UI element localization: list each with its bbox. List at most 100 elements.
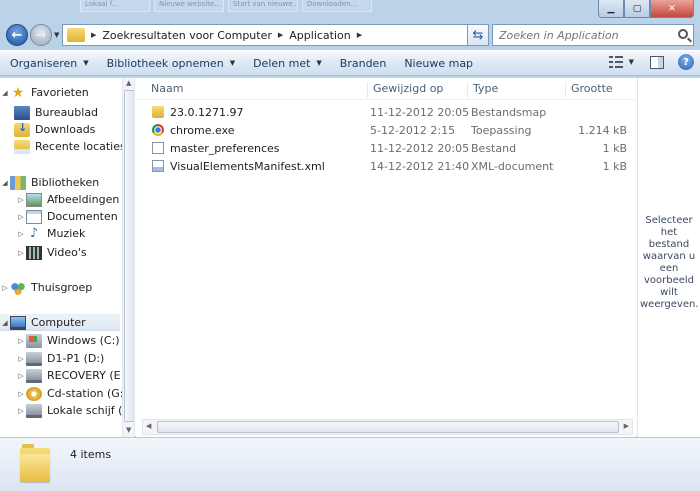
- new-folder-button[interactable]: Nieuwe map: [394, 57, 481, 70]
- file-type: Toepassing: [471, 124, 532, 137]
- column-header-size[interactable]: Grootte: [566, 82, 632, 98]
- background-taskbar-tabs: Lokaal f... Nieuwe website... Start van …: [80, 0, 372, 14]
- sidebar-item-pictures[interactable]: ▷ Afbeeldingen: [16, 191, 119, 208]
- sidebar-item-drive-g[interactable]: ▷ Cd-station (G:): [16, 385, 128, 402]
- chevron-right-icon[interactable]: ▶: [357, 31, 362, 39]
- chevron-down-icon: ▼: [316, 59, 322, 67]
- scroll-down-arrow-icon[interactable]: ▼: [126, 426, 131, 434]
- horizontal-scrollbar[interactable]: ◀ ▶: [142, 419, 633, 435]
- collapsed-triangle-icon[interactable]: ▷: [0, 284, 10, 292]
- collapsed-triangle-icon[interactable]: ▷: [16, 355, 26, 363]
- sidebar-item-music[interactable]: ▷ ♪ Muziek: [16, 225, 85, 242]
- preview-pane-icon[interactable]: [650, 55, 664, 69]
- downloads-icon: [14, 121, 30, 137]
- sidebar-item-recent-places[interactable]: Recente locaties: [14, 138, 126, 155]
- navigation-pane-scrollbar[interactable]: ▲ ▼: [122, 78, 134, 437]
- chevron-right-icon[interactable]: ▶: [91, 31, 96, 39]
- breadcrumb-search-results[interactable]: Zoekresultaten voor Computer: [102, 29, 272, 42]
- column-header-type[interactable]: Type: [468, 82, 566, 98]
- collapsed-triangle-icon[interactable]: ▷: [16, 230, 26, 238]
- sidebar-computer[interactable]: ◢ Computer: [0, 314, 120, 331]
- maximize-icon[interactable]: ▢: [624, 0, 650, 18]
- view-options-icon[interactable]: [608, 56, 623, 68]
- file-row[interactable]: 23.0.1271.97 11-12-2012 20:05 Bestandsma…: [152, 104, 632, 122]
- collapsed-triangle-icon[interactable]: ▷: [16, 249, 26, 257]
- help-icon[interactable]: ?: [678, 54, 694, 70]
- back-button[interactable]: ←: [6, 24, 28, 46]
- file-row[interactable]: VisualElementsManifest.xml 14-12-2012 21…: [152, 158, 632, 176]
- collapsed-triangle-icon[interactable]: ▷: [16, 372, 26, 380]
- sidebar-favorites-label: Favorieten: [31, 86, 89, 99]
- sidebar-libraries-label: Bibliotheken: [31, 176, 100, 189]
- preview-placeholder-text: Selecteer het bestand waarvan u een voor…: [640, 215, 699, 310]
- sidebar-item-drive-d[interactable]: ▷ D1-P1 (D:): [16, 350, 104, 367]
- collapsed-triangle-icon[interactable]: ▷: [16, 390, 26, 398]
- forward-button[interactable]: →: [30, 24, 52, 46]
- sidebar-item-drive-e[interactable]: ▷ RECOVERY (E:): [16, 367, 129, 384]
- command-bar: Organiseren ▼ Bibliotheek opnemen ▼ Delen …: [0, 50, 700, 76]
- sidebar-item-label: Downloads: [35, 123, 96, 136]
- sidebar-item-drive-c[interactable]: ▷ Windows (C:): [16, 332, 120, 349]
- title-bar: Lokaal f... Nieuwe website... Start van …: [0, 0, 700, 20]
- organize-label: Organiseren: [10, 56, 78, 70]
- xml-file-icon: [152, 160, 164, 172]
- scrollbar-thumb[interactable]: [157, 421, 619, 433]
- collapsed-triangle-icon[interactable]: ▷: [16, 407, 26, 415]
- sidebar-homegroup[interactable]: ▷ Thuisgroep: [0, 279, 92, 296]
- share-with-button[interactable]: Delen met ▼: [243, 57, 330, 70]
- explorer-window: Lokaal f... Nieuwe website... Start van …: [0, 0, 700, 491]
- desktop-icon: [14, 105, 30, 120]
- file-modified: 11-12-2012 20:05: [370, 106, 470, 119]
- column-header-name[interactable]: Naam: [146, 82, 368, 98]
- minimize-icon[interactable]: ▁: [598, 0, 624, 18]
- refresh-button[interactable]: ⇆: [467, 24, 489, 46]
- folder-icon: [152, 106, 164, 118]
- search-icon[interactable]: [678, 29, 688, 39]
- file-name: VisualElementsManifest.xml: [170, 160, 325, 173]
- scroll-left-arrow-icon[interactable]: ◀: [146, 422, 151, 430]
- music-icon: ♪: [29, 225, 39, 241]
- background-tab: Downloaden...: [302, 0, 372, 12]
- recent-pages-dropdown[interactable]: ▼: [54, 31, 59, 39]
- expand-triangle-icon[interactable]: ◢: [0, 319, 10, 327]
- address-bar[interactable]: ▶ Zoekresultaten voor Computer ▶ Applica…: [62, 24, 486, 46]
- preview-pane: Selecteer het bestand waarvan u een voor…: [637, 78, 700, 437]
- sidebar-item-label: RECOVERY (E:): [47, 369, 129, 382]
- file-row[interactable]: master_preferences 11-12-2012 20:05 Best…: [152, 140, 632, 158]
- scrollbar-thumb[interactable]: [124, 90, 134, 422]
- collapsed-triangle-icon[interactable]: ▷: [16, 213, 26, 221]
- sidebar-libraries[interactable]: ◢ Bibliotheken: [0, 174, 99, 191]
- sidebar-item-videos[interactable]: ▷ Video's: [16, 244, 87, 261]
- folder-icon: [67, 28, 85, 42]
- search-box[interactable]: [492, 24, 694, 46]
- organize-button[interactable]: Organiseren ▼: [0, 57, 97, 70]
- sidebar-item-downloads[interactable]: Downloads: [14, 121, 95, 138]
- collapsed-triangle-icon[interactable]: ▷: [16, 196, 26, 204]
- burn-button[interactable]: Branden: [330, 57, 395, 70]
- column-header-modified[interactable]: Gewijzigd op: [368, 82, 468, 98]
- scroll-right-arrow-icon[interactable]: ▶: [624, 422, 629, 430]
- chrome-icon: [152, 124, 164, 136]
- recent-places-icon: [14, 139, 30, 154]
- cd-drive-icon: [26, 386, 42, 401]
- sidebar-item-label: Windows (C:): [47, 334, 120, 347]
- chevron-down-icon[interactable]: ▼: [629, 58, 634, 66]
- file-row[interactable]: chrome.exe 5-12-2012 2:15 Toepassing 1.2…: [152, 122, 632, 140]
- sidebar-item-desktop[interactable]: Bureaublad: [14, 104, 98, 121]
- collapsed-triangle-icon[interactable]: ▷: [16, 337, 26, 345]
- include-in-library-button[interactable]: Bibliotheek opnemen ▼: [97, 57, 243, 70]
- hard-drive-icon: [26, 351, 42, 366]
- close-icon[interactable]: ✕: [650, 0, 694, 18]
- search-input[interactable]: [499, 28, 669, 42]
- expand-triangle-icon[interactable]: ◢: [0, 89, 10, 97]
- sidebar-favorites[interactable]: ◢ ★ Favorieten: [0, 84, 89, 101]
- sidebar-item-drive-q[interactable]: ▷ Lokale schijf (Q:): [16, 402, 134, 419]
- breadcrumb-application[interactable]: Application: [289, 29, 350, 42]
- sidebar-item-label: Recente locaties: [35, 140, 126, 153]
- scroll-up-arrow-icon[interactable]: ▲: [126, 79, 131, 87]
- computer-icon: [10, 315, 26, 330]
- file-size: 1 kB: [602, 142, 627, 155]
- chevron-right-icon[interactable]: ▶: [278, 31, 283, 39]
- expand-triangle-icon[interactable]: ◢: [0, 179, 10, 187]
- sidebar-item-documents[interactable]: ▷ Documenten: [16, 208, 118, 225]
